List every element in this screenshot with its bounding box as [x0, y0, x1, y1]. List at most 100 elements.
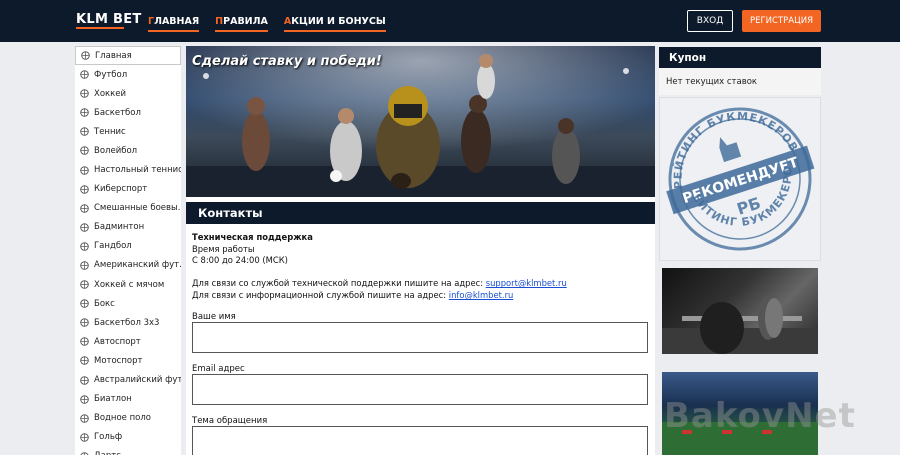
basketball-3x3-icon [80, 318, 89, 328]
sidebar-item-label: Волейбол [94, 145, 138, 156]
sidebar-item[interactable]: Гандбол [75, 237, 181, 256]
sidebar-item-label: Баскетбол 3x3 [94, 317, 160, 328]
support-title: Техническая поддержка [192, 232, 313, 242]
water-polo-icon [80, 413, 89, 423]
sidebar-item[interactable]: Смешанные боевы... [75, 199, 181, 218]
sidebar-item-label: Хоккей с мячом [94, 279, 165, 290]
info-email-link[interactable]: info@klmbet.ru [449, 290, 514, 300]
aussie-rules-icon [80, 375, 89, 385]
american-football-icon [80, 261, 89, 270]
table-tennis-icon [80, 165, 89, 175]
weightlifting-promo-image[interactable] [662, 268, 818, 354]
sidebar-item-label: Автоспорт [94, 336, 141, 347]
bandy-icon [80, 280, 89, 289]
sidebar-item-label: Американский фут... [94, 260, 181, 271]
volleyball-icon [80, 146, 89, 156]
sidebar-item-label: Гандбол [94, 241, 132, 252]
promo-banner[interactable]: Сделай ставку и победи! [186, 46, 655, 197]
nav-rules[interactable]: ПРАВИЛА [215, 16, 268, 32]
sidebar-item-label: Бадминтон [94, 222, 145, 233]
logo-underline [76, 27, 124, 29]
support-email-link[interactable]: support@klmbet.ru [486, 278, 567, 288]
sidebar-item[interactable]: Киберспорт [75, 180, 181, 199]
banner-title: Сделай ставку и победи! [192, 54, 382, 69]
sidebar-item-label: Гольф [94, 432, 123, 443]
sidebar-item-label: Теннис [94, 126, 126, 137]
golf-icon [80, 433, 89, 442]
sidebar-item[interactable]: Бокс [75, 294, 181, 313]
sidebar-item-label: Хоккей [94, 88, 127, 99]
sidebar-item[interactable]: Баскетбол [75, 103, 181, 122]
badminton-icon [80, 223, 89, 232]
contacts-info: Техническая поддержка Время работы С 8:0… [192, 232, 650, 302]
sidebar-item[interactable]: Главная [75, 46, 181, 65]
sidebar-item[interactable]: Биатлон [75, 390, 181, 409]
sidebar-item[interactable]: Теннис [75, 122, 181, 141]
contacts-heading: Контакты [186, 202, 655, 224]
rating-stamp-icon: РЕЙТИНГ БУКМЕКЕРОВ РЕКОМЕНДУЕТ РБ РЕЙТИН… [631, 75, 815, 253]
soccer-ball-icon [80, 70, 89, 79]
sidebar-item[interactable]: Автоспорт [75, 332, 181, 351]
sidebar-item[interactable]: Бадминтон [75, 218, 181, 237]
subject-label: Тема обращения [192, 416, 268, 426]
site-logo[interactable]: KLM BET [76, 12, 142, 27]
sidebar-item[interactable]: Настольный теннис [75, 160, 181, 179]
subject-input[interactable] [192, 426, 648, 455]
sidebar-item-label: Австралийский фут... [94, 375, 181, 386]
sidebar-item[interactable]: Водное поло [75, 409, 181, 428]
handball-icon [80, 242, 89, 251]
name-label: Ваше имя [192, 312, 236, 322]
login-button[interactable]: ВХОД [687, 10, 733, 32]
sidebar-item[interactable]: Дартс [75, 447, 181, 455]
sidebar-item[interactable]: Австралийский фут... [75, 371, 181, 390]
sidebar-item-label: Настольный теннис [94, 165, 181, 176]
sidebar-item-label: Водное поло [94, 413, 151, 424]
sports-sidebar: Главная Футбол Хоккей Баскетбол Теннис Волейб… [75, 46, 181, 455]
sidebar-item[interactable]: Хоккей [75, 84, 181, 103]
name-input[interactable] [192, 322, 648, 353]
sidebar-item-label: Дартс [94, 451, 121, 455]
hockey-icon [80, 89, 89, 98]
main-nav: ГЛАВНАЯ ПРАВИЛА АКЦИИ И БОНУСЫ [148, 16, 386, 32]
motorsport-icon [80, 337, 89, 347]
sidebar-item-label: Биатлон [94, 394, 132, 405]
sidebar-item[interactable]: Волейбол [75, 141, 181, 160]
sidebar-item[interactable]: Мотоспорт [75, 351, 181, 370]
main-content: Сделай ставку и победи! Контакты Техниче… [186, 46, 655, 455]
register-button[interactable]: РЕГИСТРАЦИЯ [742, 10, 821, 32]
thumbs-up-icon [719, 137, 742, 163]
sidebar-item-label: Главная [95, 50, 132, 61]
email-label: Email адрес [192, 364, 245, 374]
sidebar-item-label: Киберспорт [94, 184, 148, 195]
sidebar-item[interactable]: Гольф [75, 428, 181, 447]
sidebar-item[interactable]: Американский фут... [75, 256, 181, 275]
biathlon-icon [80, 394, 89, 404]
esports-icon [80, 184, 89, 194]
info-line: Для связи с информационной службой пишит… [192, 289, 514, 300]
motorcycle-icon [80, 356, 89, 366]
coupon-header: Купон [659, 47, 821, 68]
sidebar-item[interactable]: Хоккей с мячом [75, 275, 181, 294]
sidebar-item-label: Баскетбол [94, 107, 141, 118]
tech-support-line: Для связи со службой технической поддерж… [192, 278, 567, 289]
mma-icon [80, 203, 89, 213]
nav-home[interactable]: ГЛАВНАЯ [148, 16, 200, 32]
top-header: KLM BET ГЛАВНАЯ ПРАВИЛА АКЦИИ И БОНУСЫ В… [0, 0, 900, 42]
basketball-icon [80, 108, 89, 118]
sidebar-item[interactable]: Футбол [75, 65, 181, 84]
sidebar-item-label: Мотоспорт [94, 355, 143, 366]
boxing-icon [80, 299, 89, 308]
hours-value: С 8:00 до 24:00 (МСК) [192, 255, 288, 266]
rating-stamp-banner[interactable]: РЕЙТИНГ БУКМЕКЕРОВ РЕКОМЕНДУЕТ РБ РЕЙТИН… [631, 75, 821, 261]
email-input[interactable] [192, 374, 648, 405]
tennis-ball-icon [80, 127, 89, 137]
globe-icon [81, 51, 90, 60]
sidebar-item-label: Футбол [94, 69, 128, 80]
sidebar-item[interactable]: Баскетбол 3x3 [75, 313, 181, 332]
watermark: BakovNet [664, 396, 856, 436]
hours-label: Время работы [192, 243, 255, 254]
coupon-empty-text: Нет текущих ставок [659, 68, 821, 95]
nav-promotions[interactable]: АКЦИИ И БОНУСЫ [283, 16, 386, 32]
sidebar-item-label: Бокс [94, 298, 115, 309]
sidebar-item-label: Смешанные боевы... [94, 203, 181, 214]
